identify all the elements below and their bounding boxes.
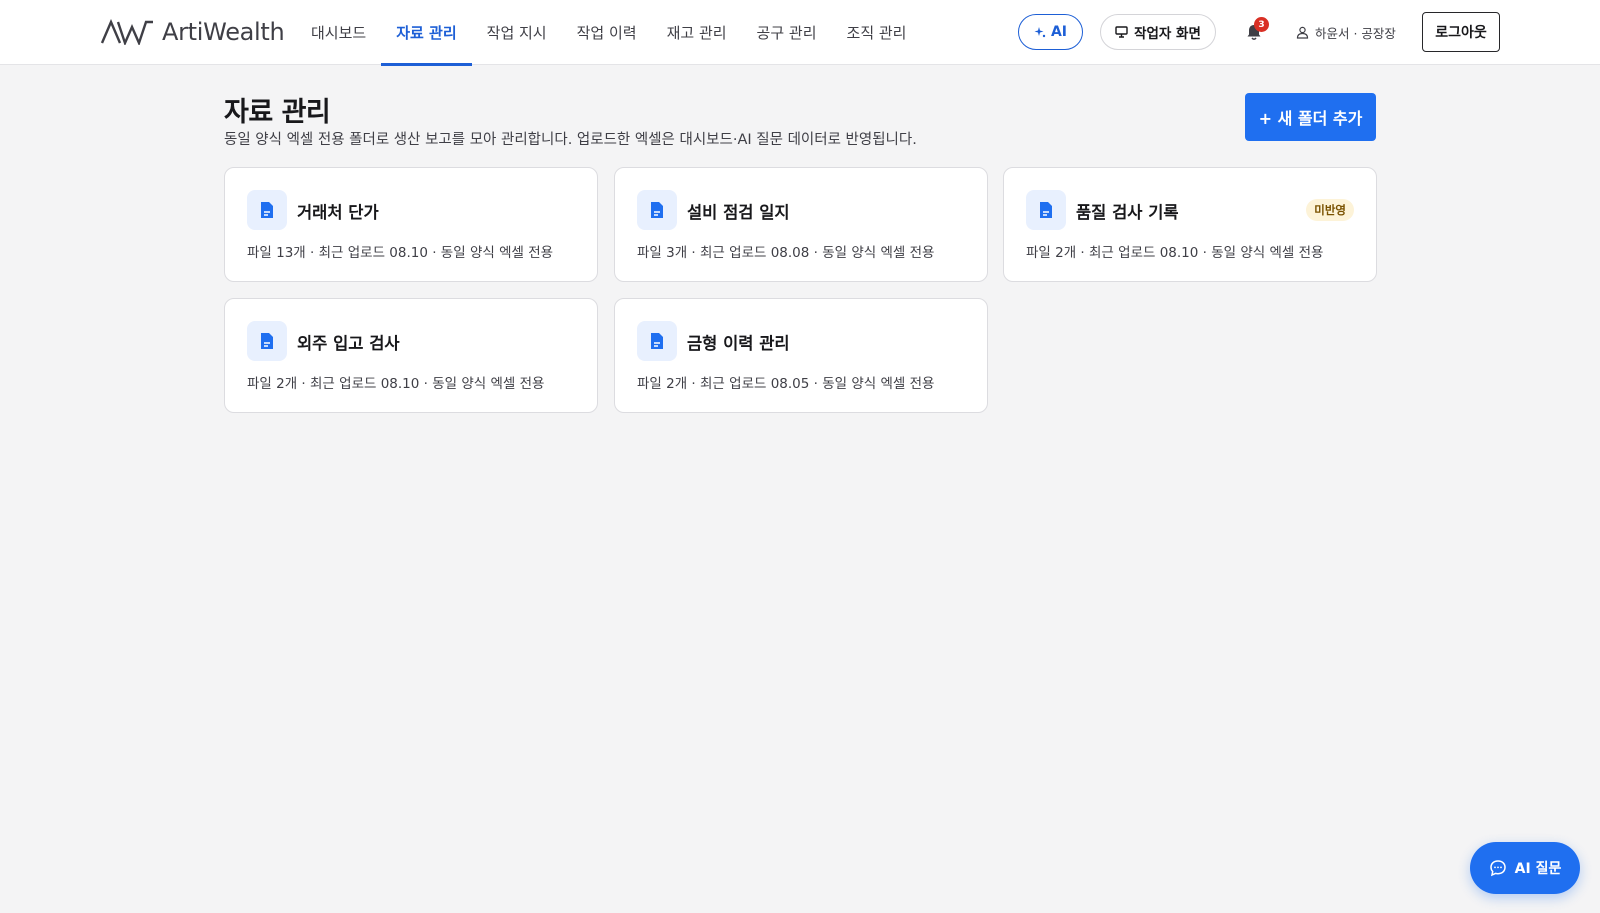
- document-icon: [1026, 190, 1066, 230]
- notification-count-badge: 3: [1254, 17, 1269, 32]
- monitor-icon: [1115, 26, 1128, 38]
- ai-question-label: AI 질문: [1514, 861, 1562, 877]
- page-title: 자료 관리: [224, 97, 331, 128]
- folder-card-vendor-prices[interactable]: 거래처 단가 파일 13개 · 최근 업로드 08.10 · 동일 양식 엑셀 …: [224, 167, 598, 282]
- folder-meta: 파일 3개 · 최근 업로드 08.08 · 동일 양식 엑셀 전용: [637, 245, 935, 261]
- worker-screen-label: 작업자 화면: [1134, 26, 1201, 42]
- folder-meta: 파일 2개 · 최근 업로드 08.05 · 동일 양식 엑셀 전용: [637, 376, 935, 392]
- worker-screen-button[interactable]: 작업자 화면: [1100, 14, 1216, 50]
- folder-card-quality-inspection[interactable]: 품질 검사 기록 미반영 파일 2개 · 최근 업로드 08.10 · 동일 양…: [1003, 167, 1377, 282]
- document-icon: [637, 321, 677, 361]
- document-icon: [247, 190, 287, 230]
- logout-button[interactable]: 로그아웃: [1422, 12, 1500, 52]
- folder-card-outsourced-receiving[interactable]: 외주 입고 검사 파일 2개 · 최근 업로드 08.10 · 동일 양식 엑셀…: [224, 298, 598, 413]
- folder-title: 외주 입고 검사: [297, 334, 400, 353]
- top-header: ArtiWealth 대시보드 자료 관리 작업 지시 작업 이력 재고 관리 …: [0, 0, 1600, 66]
- ai-button-label: AI: [1050, 24, 1068, 40]
- user-label: 하윤서 · 공장장: [1315, 25, 1396, 41]
- folder-title: 금형 이력 관리: [687, 334, 790, 353]
- sparkle-icon: [1034, 27, 1046, 38]
- folder-meta: 파일 2개 · 최근 업로드 08.10 · 동일 양식 엑셀 전용: [1026, 245, 1324, 261]
- logo-mark-icon: [100, 19, 153, 45]
- ai-question-fab[interactable]: AI 질문: [1470, 842, 1580, 894]
- folder-meta: 파일 13개 · 최근 업로드 08.10 · 동일 양식 엑셀 전용: [247, 245, 554, 261]
- nav-item-work-orders[interactable]: 작업 지시: [472, 0, 562, 65]
- folder-card-mold-history[interactable]: 금형 이력 관리 파일 2개 · 최근 업로드 08.05 · 동일 양식 엑셀…: [614, 298, 988, 413]
- document-icon: [247, 321, 287, 361]
- folder-title: 설비 점검 일지: [687, 203, 790, 222]
- status-badge: 미반영: [1306, 199, 1354, 221]
- folder-title: 거래처 단가: [297, 203, 379, 222]
- folder-title: 품질 검사 기록: [1076, 203, 1179, 222]
- ai-button[interactable]: AI: [1018, 14, 1083, 50]
- nav-item-inventory[interactable]: 재고 관리: [652, 0, 742, 65]
- add-folder-button[interactable]: + 새 폴더 추가: [1245, 93, 1376, 141]
- document-icon: [637, 190, 677, 230]
- nav-item-dashboard[interactable]: 대시보드: [296, 0, 381, 65]
- nav-item-work-history[interactable]: 작업 이력: [562, 0, 652, 65]
- nav-item-data-management[interactable]: 자료 관리: [381, 0, 473, 66]
- user-icon: [1296, 26, 1309, 39]
- chat-icon: [1489, 860, 1506, 877]
- logo-text: ArtiWealth: [162, 18, 285, 46]
- page-description: 동일 양식 엑셀 전용 폴더로 생산 보고를 모아 관리합니다. 업로드한 엑셀…: [224, 132, 917, 148]
- folder-card-equipment-inspection[interactable]: 설비 점검 일지 파일 3개 · 최근 업로드 08.08 · 동일 양식 엑셀…: [614, 167, 988, 282]
- user-menu[interactable]: 하윤서 · 공장장: [1296, 22, 1396, 42]
- nav-item-tools[interactable]: 공구 관리: [742, 0, 832, 65]
- main-nav: 대시보드 자료 관리 작업 지시 작업 이력 재고 관리 공구 관리 조직 관리: [296, 0, 922, 66]
- folder-meta: 파일 2개 · 최근 업로드 08.10 · 동일 양식 엑셀 전용: [247, 376, 545, 392]
- nav-item-organization[interactable]: 조직 관리: [832, 0, 922, 65]
- logo[interactable]: ArtiWealth: [100, 18, 285, 46]
